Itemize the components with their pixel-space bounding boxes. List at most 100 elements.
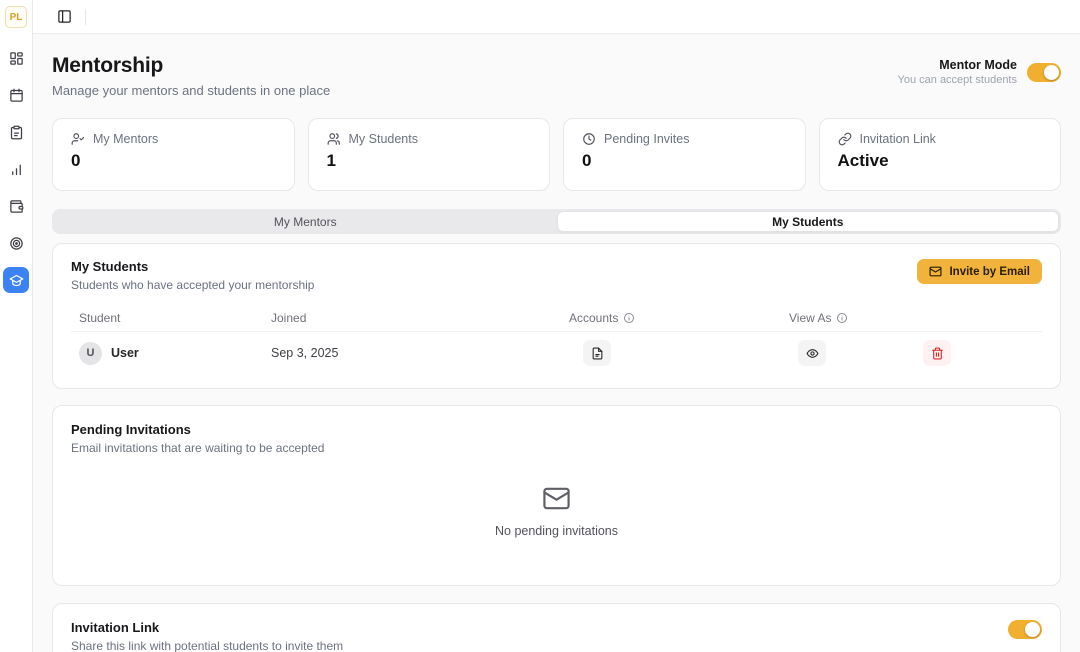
sidebar-item-calendar[interactable]: [3, 82, 29, 108]
empty-state-message: No pending invitations: [495, 524, 618, 538]
invitation-link-toggle[interactable]: [1008, 620, 1042, 639]
info-icon[interactable]: [623, 312, 635, 324]
column-label: Student: [79, 311, 120, 325]
main-content: Mentorship Manage your mentors and stude…: [33, 34, 1080, 652]
stat-card-header: My Mentors: [71, 132, 276, 146]
student-cell: U User: [79, 342, 271, 365]
mentorship-page: PL: [0, 0, 1080, 652]
graduation-cap-icon: [9, 273, 24, 288]
stat-card-header: My Students: [327, 132, 532, 146]
sidebar-item-mentorship[interactable]: [3, 267, 29, 293]
column-header-joined: Joined: [271, 311, 569, 325]
app-logo[interactable]: PL: [5, 6, 27, 28]
column-label: Accounts: [569, 311, 618, 325]
my-students-card-header: My Students Students who have accepted y…: [71, 259, 1042, 292]
column-label: Joined: [271, 311, 306, 325]
stat-card-header: Invitation Link: [838, 132, 1043, 146]
target-icon: [9, 236, 24, 251]
my-students-title: My Students: [71, 259, 314, 274]
pending-invitations-empty-state: No pending invitations: [53, 484, 1060, 538]
invite-by-email-button[interactable]: Invite by Email: [917, 259, 1042, 284]
page-header-text: Mentorship Manage your mentors and stude…: [52, 54, 330, 98]
view-as-cell: [789, 340, 923, 366]
view-accounts-button[interactable]: [583, 340, 611, 366]
accounts-cell: [569, 340, 789, 366]
user-check-icon: [71, 132, 85, 146]
info-icon[interactable]: [836, 312, 848, 324]
stat-label: Invitation Link: [860, 132, 936, 146]
clipboard-icon: [9, 125, 24, 140]
calendar-icon: [9, 88, 24, 103]
dashboard-icon: [9, 51, 24, 66]
users-icon: [327, 132, 341, 146]
mentor-mode-text: Mentor Mode You can accept students: [898, 58, 1017, 86]
sidebar-nav: [3, 45, 29, 293]
view-as-student-button[interactable]: [798, 340, 826, 366]
student-name: User: [111, 346, 139, 360]
mentor-mode-toggle[interactable]: [1027, 63, 1061, 82]
invite-by-email-label: Invite by Email: [949, 266, 1030, 278]
stats-row: My Mentors 0 My Students 1 Pending Invit…: [52, 118, 1061, 191]
sidebar-item-wallet[interactable]: [3, 193, 29, 219]
panel-left-icon: [57, 9, 72, 24]
pending-invitations-card: Pending Invitations Email invitations th…: [52, 405, 1061, 586]
invitation-link-subtitle: Share this link with potential students …: [71, 639, 343, 652]
pending-invitations-title: Pending Invitations: [71, 422, 1042, 437]
pending-invitations-subtitle: Email invitations that are waiting to be…: [71, 441, 1042, 455]
stat-card-header: Pending Invites: [582, 132, 787, 146]
stat-label: My Mentors: [93, 132, 158, 146]
mentorship-tabs: My Mentors My Students: [52, 209, 1061, 234]
student-table-row: U User Sep 3, 2025: [71, 332, 1042, 374]
file-icon: [591, 347, 604, 360]
avatar: U: [79, 342, 102, 365]
page-header: Mentorship Manage your mentors and stude…: [52, 54, 1061, 98]
sidebar: PL: [0, 0, 33, 652]
invitation-link-titles: Invitation Link Share this link with pot…: [71, 620, 343, 652]
tab-my-students[interactable]: My Students: [557, 211, 1060, 232]
topbar: [33, 0, 1080, 34]
students-table: Student Joined Accounts View As U: [71, 304, 1042, 374]
column-header-student: Student: [79, 311, 271, 325]
link-icon: [838, 132, 852, 146]
stat-card-pending-invites: Pending Invites 0: [563, 118, 806, 191]
column-header-view-as: View As: [789, 311, 923, 325]
stat-card-my-students: My Students 1: [308, 118, 551, 191]
sidebar-item-analytics[interactable]: [3, 156, 29, 182]
column-label: View As: [789, 311, 831, 325]
invitation-link-header: Invitation Link Share this link with pot…: [71, 620, 1042, 652]
joined-date: Sep 3, 2025: [271, 346, 569, 360]
stat-value: 0: [71, 151, 276, 171]
stat-card-my-mentors: My Mentors 0: [52, 118, 295, 191]
students-table-header: Student Joined Accounts View As: [71, 304, 1042, 332]
invitation-link-title: Invitation Link: [71, 620, 343, 635]
page-title: Mentorship: [52, 54, 330, 78]
tab-my-mentors[interactable]: My Mentors: [54, 211, 557, 232]
sidebar-toggle-button[interactable]: [53, 6, 75, 28]
mentor-mode-control: Mentor Mode You can accept students: [898, 58, 1061, 86]
topbar-divider: [85, 9, 86, 25]
wallet-icon: [9, 199, 24, 214]
mentor-mode-label: Mentor Mode: [898, 58, 1017, 72]
my-students-titles: My Students Students who have accepted y…: [71, 259, 314, 292]
my-students-subtitle: Students who have accepted your mentorsh…: [71, 278, 314, 292]
eye-icon: [806, 347, 819, 360]
mail-icon: [929, 265, 942, 278]
sidebar-item-dashboard[interactable]: [3, 45, 29, 71]
stat-label: Pending Invites: [604, 132, 689, 146]
trash-icon: [931, 347, 944, 360]
stat-label: My Students: [349, 132, 418, 146]
my-students-card: My Students Students who have accepted y…: [52, 243, 1061, 389]
clock-icon: [582, 132, 596, 146]
page-subtitle: Manage your mentors and students in one …: [52, 83, 330, 98]
sidebar-item-tasks[interactable]: [3, 119, 29, 145]
stat-card-invitation-link: Invitation Link Active: [819, 118, 1062, 191]
mail-icon: [542, 484, 571, 513]
stat-value: 1: [327, 151, 532, 171]
stat-value: Active: [838, 151, 1043, 171]
sidebar-item-goals[interactable]: [3, 230, 29, 256]
column-header-accounts: Accounts: [569, 311, 789, 325]
bar-chart-icon: [9, 162, 24, 177]
stat-value: 0: [582, 151, 787, 171]
remove-student-button[interactable]: [923, 340, 951, 366]
mentor-mode-description: You can accept students: [898, 74, 1017, 86]
